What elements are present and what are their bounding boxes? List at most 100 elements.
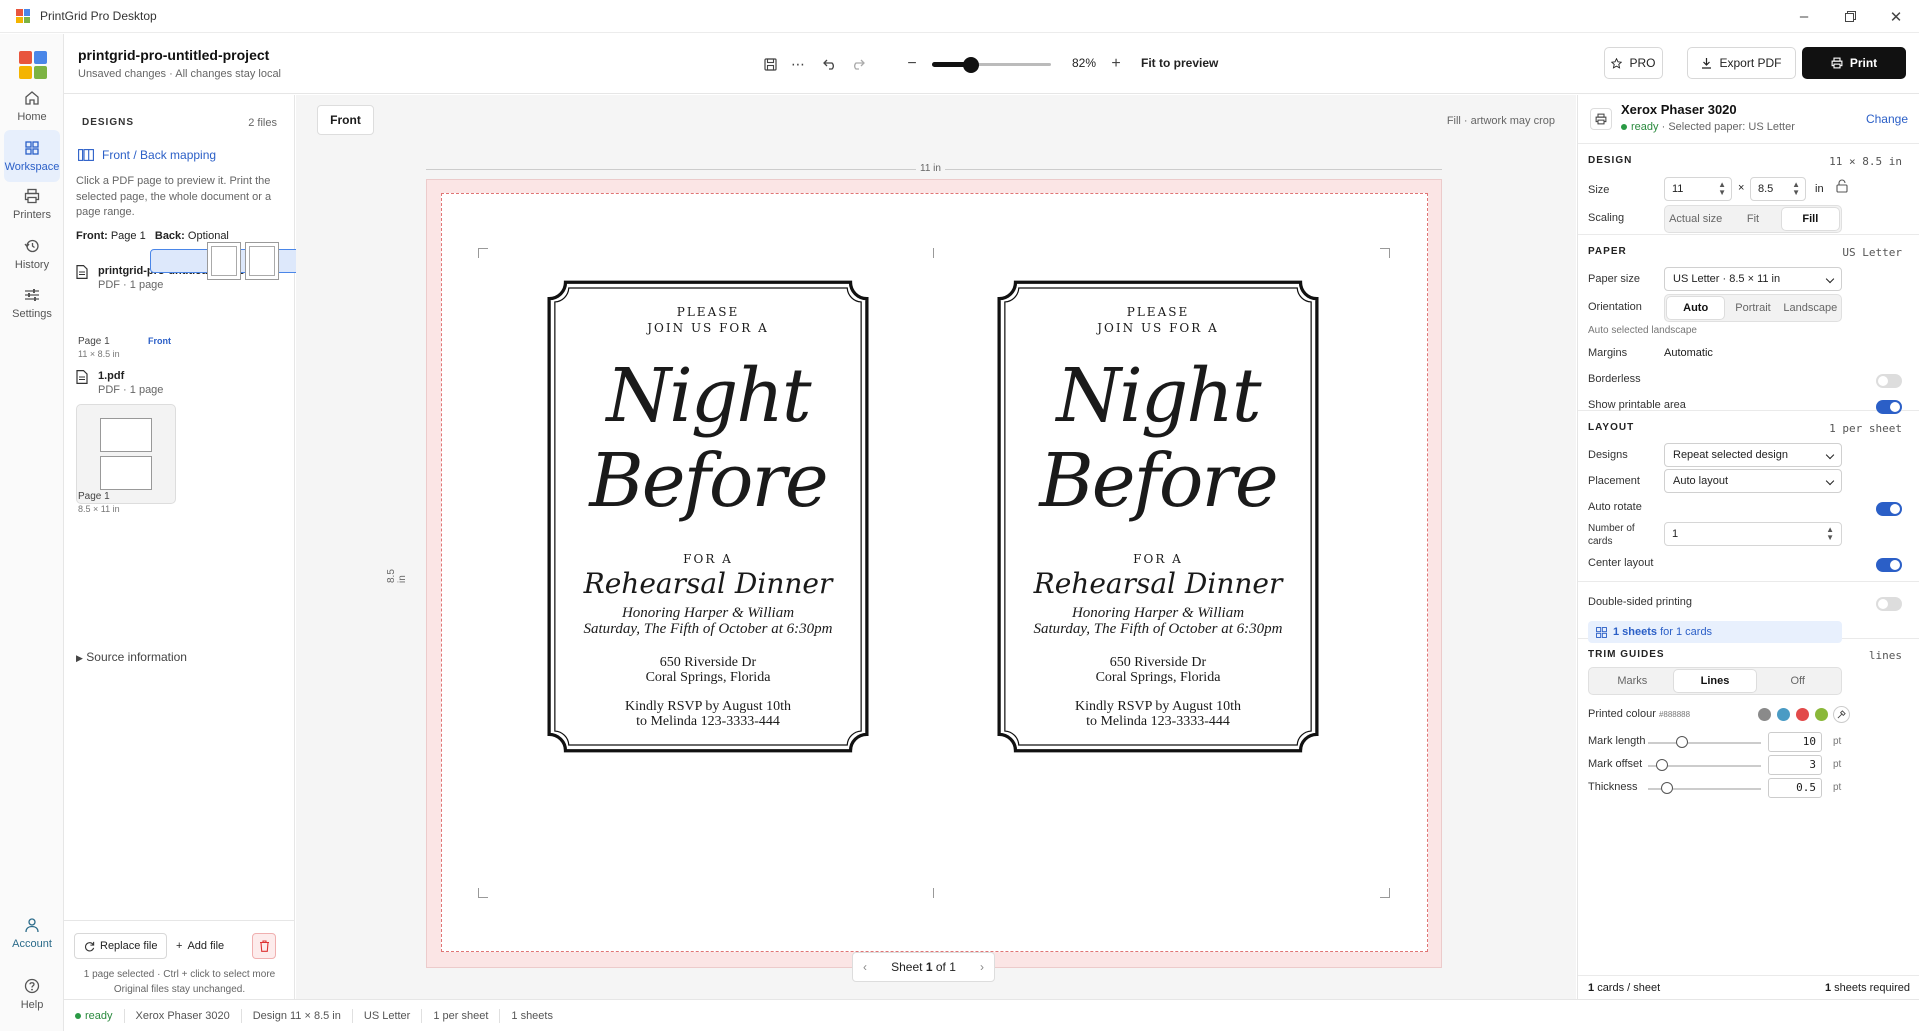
project-name[interactable]: printgrid-pro-untitled-project [78,47,281,63]
designs-select[interactable]: Repeat selected design [1664,443,1842,467]
orientation-segmented[interactable]: Auto Portrait Landscape [1664,294,1842,322]
scaling-fill[interactable]: Fill [1781,208,1839,230]
fit-to-preview-button[interactable]: Fit to preview [1141,56,1218,70]
mark-offset-slider[interactable] [1648,758,1761,774]
swatch-green[interactable] [1815,708,1828,721]
nav-workspace[interactable]: Workspace [4,130,60,182]
grid-icon [25,140,39,155]
undo-button[interactable] [818,52,842,76]
layout-summary[interactable]: 1 per sheet [1829,422,1902,435]
design-summary[interactable]: 11 × 8.5 in [1829,155,1902,168]
export-pdf-button[interactable]: Export PDF [1687,47,1796,79]
change-printer-link[interactable]: Change [1866,112,1908,126]
design-title: DESIGN [1588,155,1633,166]
replace-file-button[interactable]: Replace file [74,933,168,959]
nav-printers[interactable]: Printers [4,178,60,230]
more-icon[interactable]: ⋯ [786,52,810,76]
chevron-left-icon[interactable]: ‹ [863,960,867,974]
auto-rotate-toggle[interactable] [1876,502,1902,516]
redo-button[interactable] [846,52,870,76]
paper-summary[interactable]: US Letter [1842,246,1902,259]
center-layout-toggle[interactable] [1876,558,1902,572]
swatch-red[interactable] [1796,708,1809,721]
status-per-sheet: 1 per sheet [422,1008,501,1023]
stepper-icon[interactable]: ▲ ▼ [1826,526,1834,542]
trim-summary[interactable]: lines [1869,649,1902,662]
source-information-toggle[interactable]: ▶ Source information [76,650,187,664]
scaling-fit[interactable]: Fit [1724,208,1781,230]
nav-help[interactable]: Help [4,968,60,1020]
sheets-required-number: 1 [1824,982,1832,994]
orientation-landscape[interactable]: Landscape [1782,297,1839,319]
orientation-auto[interactable]: Auto [1667,297,1725,319]
print-button[interactable]: Print [1802,47,1906,79]
number-of-cards-field[interactable]: 1 ▲ ▼ [1664,522,1842,546]
front-back-summary: Front: Page 1 Back: Optional [76,230,229,242]
nav-settings[interactable]: Settings [4,277,60,329]
sheets-required: 1 sheets required [1825,982,1910,994]
size-label: Size [1588,184,1610,196]
zoom-in-button[interactable]: + [1104,52,1128,76]
orientation-portrait[interactable]: Portrait [1724,297,1781,319]
scaling-segmented[interactable]: Actual size Fit Fill [1664,205,1842,233]
thickness-slider[interactable] [1648,781,1761,797]
chevron-right-icon[interactable]: › [980,960,984,974]
restore-icon[interactable] [1827,0,1873,33]
save-button[interactable] [758,52,782,76]
lock-icon[interactable] [1836,179,1848,196]
scaling-actual[interactable]: Actual size [1667,208,1724,230]
close-icon[interactable]: ✕ [1873,0,1919,33]
add-file-button[interactable]: + Add file [167,933,234,959]
nav-help-label: Help [20,998,44,1011]
zoom-out-button[interactable]: − [900,52,924,76]
width-field[interactable]: 11 ▲ ▼ [1664,177,1732,201]
height-field[interactable]: 8.5 ▲ ▼ [1750,177,1806,201]
document-icon [76,265,88,279]
trim-off[interactable]: Off [1756,670,1839,692]
front-back-mapping-link[interactable]: Front / Back mapping [78,148,216,162]
stepper-icon[interactable]: ▲ ▼ [1718,181,1726,197]
auto-rotate-label: Auto rotate [1588,501,1642,513]
redo-icon [854,59,865,70]
back-value: Optional [187,230,229,242]
mark-length-field[interactable]: 10 [1768,732,1822,752]
swatch-grey[interactable] [1758,708,1771,721]
double-sided-toggle[interactable] [1876,597,1902,611]
placement-select[interactable]: Auto layout [1664,469,1842,493]
file-item[interactable]: 1.pdf PDF · 1 page [76,370,163,396]
nav-settings-label: Settings [12,307,52,320]
nav-history[interactable]: History [4,228,60,280]
nav-rail: Home Workspace Printers History Settings… [0,34,64,1031]
project-status: Unsaved changes · All changes stay local [78,68,282,80]
margins-value[interactable]: Automatic [1664,347,1713,359]
eyedropper-icon[interactable] [1833,706,1850,723]
mark-length-slider[interactable] [1648,735,1761,751]
zoom-slider-knob[interactable] [963,57,980,73]
page-thumbnail[interactable] [76,404,176,504]
trim-segmented[interactable]: Marks Lines Off [1588,667,1842,695]
trim-lines[interactable]: Lines [1673,670,1757,692]
width-value: 11 [1672,183,1684,195]
caret-right-icon: ▶ [76,653,83,663]
pro-button[interactable]: PRO [1604,47,1663,79]
thumbnail-label: Page 1 [78,491,110,502]
zoom-slider[interactable] [932,54,1051,74]
delete-file-button[interactable] [252,933,276,959]
zoom-value: 82% [1072,56,1097,70]
printer-state: ready [1631,121,1659,133]
mark-offset-field[interactable]: 3 [1768,755,1822,775]
thickness-field[interactable]: 0.5 [1768,778,1822,798]
minimize-icon[interactable]: – [1781,0,1827,33]
invitation-card: PLEASE JOIN US FOR A Night Before FOR A … [960,279,1356,754]
swatch-blue[interactable] [1777,708,1790,721]
stepper-icon[interactable]: ▲ ▼ [1792,181,1800,197]
card-for-a: FOR A [683,552,733,566]
nav-home[interactable]: Home [4,80,60,132]
borderless-toggle[interactable] [1876,374,1902,388]
layout-title: LAYOUT [1588,422,1635,433]
designs-label: Designs [1588,449,1628,461]
nav-account[interactable]: Account [4,907,60,959]
trim-marks[interactable]: Marks [1591,670,1674,692]
paper-size-select[interactable]: US Letter · 8.5 × 11 in [1664,267,1842,291]
tab-front[interactable]: Front [317,105,374,135]
